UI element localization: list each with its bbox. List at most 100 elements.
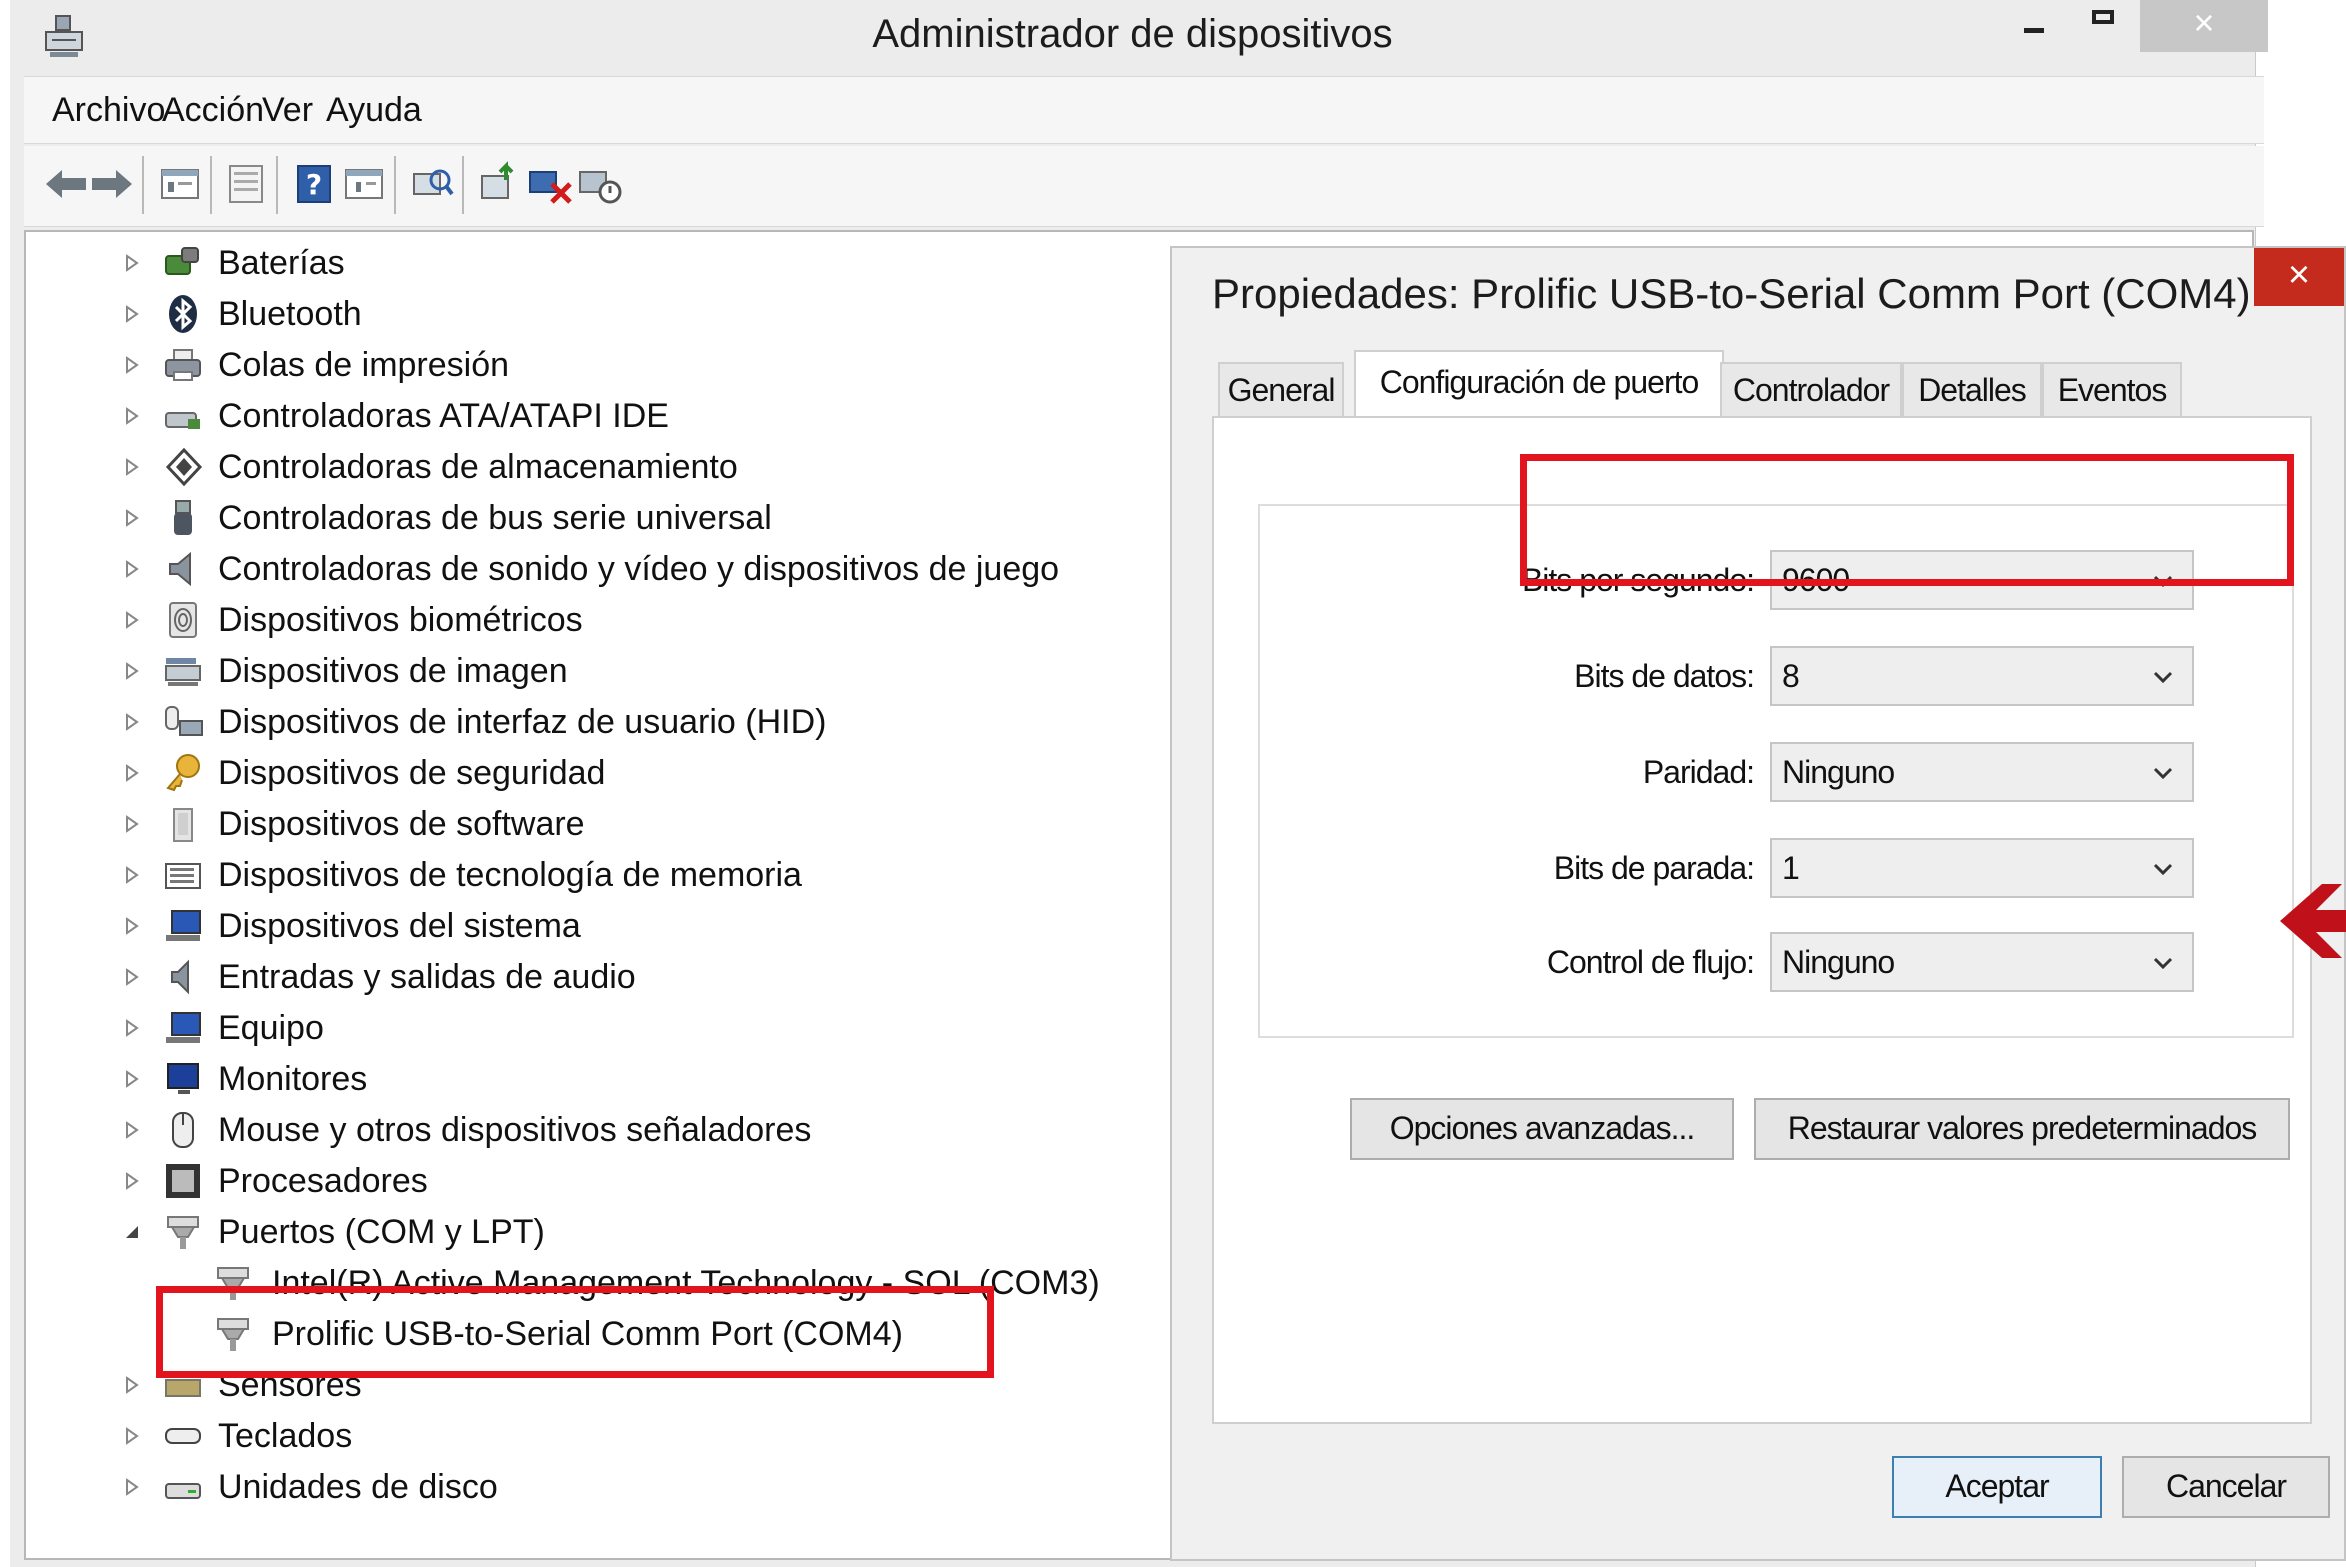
tree-node-baterias[interactable]: Baterías [26, 238, 1186, 288]
title-bar: Administrador de dispositivos × [10, 0, 2268, 72]
tree-node-software[interactable]: Dispositivos de software [26, 799, 1186, 849]
tree-node-audio[interactable]: Entradas y salidas de audio [26, 952, 1186, 1002]
tree-node-hid[interactable]: Dispositivos de interfaz de usuario (HID… [26, 697, 1186, 747]
dialog-close-button[interactable]: × [2254, 248, 2344, 306]
tree-node-label: Unidades de disco [218, 1468, 498, 1506]
tree-node-label: Baterías [218, 244, 345, 282]
view-icon[interactable] [222, 160, 270, 208]
toolbar-separator [142, 156, 144, 214]
expand-arrow-icon[interactable] [122, 1017, 142, 1039]
toolbar-separator [210, 156, 212, 214]
expand-arrow-icon[interactable] [122, 660, 142, 682]
storage-controller-icon [165, 447, 203, 487]
menu-archivo[interactable]: Archivo [52, 91, 165, 130]
menu-accion[interactable]: Acción [162, 91, 264, 130]
control-de-flujo-value: Ninguno [1782, 944, 1895, 980]
back-arrow-icon[interactable] [42, 160, 90, 208]
window-close-button[interactable]: × [2140, 0, 2268, 52]
tree-node-seguridad[interactable]: Dispositivos de seguridad [26, 748, 1186, 798]
expand-arrow-icon[interactable] [122, 1476, 142, 1498]
tab-general[interactable]: General [1218, 362, 1344, 418]
chevron-down-icon [2153, 767, 2173, 780]
expand-arrow-icon[interactable] [122, 1068, 142, 1090]
menu-ayuda[interactable]: Ayuda [326, 91, 422, 130]
collapse-arrow-icon[interactable] [122, 1221, 142, 1243]
tree-node-label: Dispositivos biométricos [218, 601, 583, 639]
tree-node-label: Mouse y otros dispositivos señaladores [218, 1111, 812, 1149]
tree-node-unidades-disco[interactable]: Unidades de disco [26, 1462, 1186, 1512]
maximize-button[interactable] [2070, 0, 2140, 52]
tab-configuracion-puerto[interactable]: Configuración de puerto [1354, 350, 1724, 420]
tab-detalles[interactable]: Detalles [1902, 362, 2042, 418]
expand-arrow-icon[interactable] [122, 1119, 142, 1141]
expand-arrow-icon[interactable] [122, 354, 142, 376]
tree-node-teclados[interactable]: Teclados [26, 1411, 1186, 1461]
expand-arrow-icon[interactable] [122, 303, 142, 325]
minimize-button[interactable] [2000, 0, 2070, 52]
dialog-title: Propiedades: Prolific USB-to-Serial Comm… [1212, 270, 2251, 317]
expand-arrow-icon[interactable] [122, 405, 142, 427]
highlight-prolific-port [156, 1286, 994, 1378]
tree-node-sistema[interactable]: Dispositivos del sistema [26, 901, 1186, 951]
expand-arrow-icon[interactable] [122, 966, 142, 988]
scan-hardware-icon[interactable] [408, 160, 456, 208]
properties-dialog: Propiedades: Prolific USB-to-Serial Comm… [1170, 246, 2346, 1561]
tree-node-biometricos[interactable]: Dispositivos biométricos [26, 595, 1186, 645]
expand-arrow-icon[interactable] [122, 864, 142, 886]
ide-controller-icon [165, 412, 200, 429]
control-de-flujo-select[interactable]: Ninguno [1770, 932, 2194, 992]
expand-arrow-icon[interactable] [122, 609, 142, 631]
tree-node-imagen[interactable]: Dispositivos de imagen [26, 646, 1186, 696]
restore-defaults-button[interactable]: Restaurar valores predeterminados [1754, 1098, 2290, 1160]
forward-arrow-icon[interactable] [88, 160, 136, 208]
tree-node-label: Dispositivos de imagen [218, 652, 568, 690]
disable-device-icon[interactable] [576, 160, 624, 208]
expand-arrow-icon[interactable] [122, 813, 142, 835]
expand-arrow-icon[interactable] [122, 252, 142, 274]
tree-node-controladoras-usb[interactable]: Controladoras de bus serie universal [26, 493, 1186, 543]
usb-icon [174, 500, 192, 535]
expand-arrow-icon[interactable] [122, 1374, 142, 1396]
expand-arrow-icon[interactable] [122, 711, 142, 733]
tree-node-monitores[interactable]: Monitores [26, 1054, 1186, 1104]
tree-node-puertos[interactable]: Puertos (COM y LPT) [26, 1207, 1186, 1257]
expand-arrow-icon[interactable] [122, 558, 142, 580]
tab-controlador[interactable]: Controlador [1720, 362, 1902, 418]
tree-node-controladoras-almacenamiento[interactable]: Controladoras de almacenamiento [26, 442, 1186, 492]
help-icon[interactable]: ? [290, 160, 338, 208]
tree-node-mouse[interactable]: Mouse y otros dispositivos señaladores [26, 1105, 1186, 1155]
tree-node-controladoras-ata[interactable]: Controladoras ATA/ATAPI IDE [26, 391, 1186, 441]
computer-icon [166, 1012, 201, 1043]
expand-arrow-icon[interactable] [122, 762, 142, 784]
bluetooth-icon [169, 295, 197, 333]
expand-arrow-icon[interactable] [122, 1170, 142, 1192]
ok-button[interactable]: Aceptar [1892, 1456, 2102, 1518]
menu-ver[interactable]: Ver [262, 91, 313, 130]
chevron-down-icon [2153, 671, 2173, 684]
expand-arrow-icon[interactable] [122, 456, 142, 478]
tree-node-label: Procesadores [218, 1162, 428, 1200]
tree-node-controladoras-sonido[interactable]: Controladoras de sonido y vídeo y dispos… [26, 544, 1186, 594]
bits-de-parada-select[interactable]: 1 [1770, 838, 2194, 898]
action-view-icon[interactable] [340, 160, 388, 208]
tree-node-equipo[interactable]: Equipo [26, 1003, 1186, 1053]
tree-node-bluetooth[interactable]: Bluetooth [26, 289, 1186, 339]
advanced-options-button[interactable]: Opciones avanzadas... [1350, 1098, 1734, 1160]
cancel-button[interactable]: Cancelar [2122, 1456, 2330, 1518]
expand-arrow-icon[interactable] [122, 1425, 142, 1447]
bits-de-datos-select[interactable]: 8 [1770, 646, 2194, 706]
uninstall-device-icon[interactable] [526, 160, 574, 208]
paridad-select[interactable]: Ninguno [1770, 742, 2194, 802]
bits-de-datos-label: Bits de datos: [1574, 658, 1755, 694]
tree-node-label: Colas de impresión [218, 346, 510, 384]
properties-icon[interactable] [156, 160, 204, 208]
tree-node-colas-impresion[interactable]: Colas de impresión [26, 340, 1186, 390]
bits-de-parada-value: 1 [1782, 850, 1800, 886]
audio-icon [171, 959, 189, 995]
tree-node-procesadores[interactable]: Procesadores [26, 1156, 1186, 1206]
tree-node-tecnologia-memoria[interactable]: Dispositivos de tecnología de memoria [26, 850, 1186, 900]
tab-eventos[interactable]: Eventos [2042, 362, 2182, 418]
update-driver-icon[interactable] [476, 160, 524, 208]
expand-arrow-icon[interactable] [122, 915, 142, 937]
expand-arrow-icon[interactable] [122, 507, 142, 529]
